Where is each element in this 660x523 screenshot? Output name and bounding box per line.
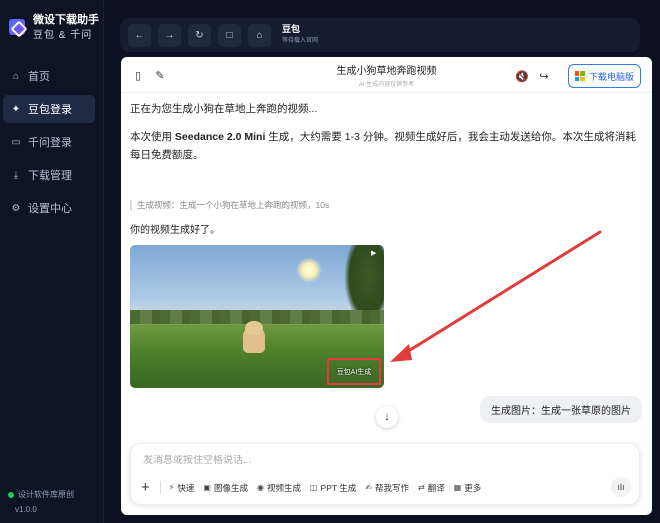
ppt-icon: ◫: [309, 483, 318, 492]
stop-button[interactable]: □: [218, 23, 241, 47]
tool-label: 更多: [464, 482, 482, 493]
sparkle-icon: ✦: [11, 103, 21, 115]
sidebar-item-label: 下载管理: [28, 170, 72, 182]
video-thumbnail[interactable]: ▶ 豆包AI生成: [130, 245, 384, 388]
monitor-icon: ▭: [11, 136, 21, 148]
sidebar-item-qianwen-login[interactable]: ▭ 千问登录: [3, 128, 95, 156]
sidebar-item-doubao-login[interactable]: ✦ 豆包登录: [3, 95, 95, 123]
arrow-down-icon: ↓: [384, 411, 390, 423]
sidebar-item-settings[interactable]: ⚙ 设置中心: [3, 194, 95, 222]
stop-icon: □: [226, 29, 233, 41]
download-icon: ⤓: [13, 169, 19, 181]
chat-header: ▯ ✎ 生成小狗草地奔跑视频 AI 生成内容仅供参考 🔇 ↪ 下载电脑版: [121, 57, 652, 93]
watermark-label: 豆包AI生成: [336, 368, 372, 376]
download-desktop-button[interactable]: 下载电脑版: [567, 64, 641, 88]
sidebar-item-label: 设置中心: [28, 203, 72, 215]
divider: [159, 481, 161, 494]
video-icon: ◉: [256, 483, 264, 492]
tool-translate[interactable]: ⇄ 翻译: [418, 482, 445, 494]
app-window: 微设下载助手 豆包 & 千问 ⌂ 首页 ✦ 豆包登录 ▭ 千问登录 ⤓ 下载管理: [0, 0, 660, 523]
tool-label: 图像生成: [213, 482, 248, 493]
download-desktop-label: 下载电脑版: [588, 71, 634, 82]
tool-label: 视频生成: [266, 482, 301, 493]
bolt-icon: ⚡: [168, 483, 175, 492]
sidebar-item-downloads[interactable]: ⤓ 下载管理: [3, 161, 95, 189]
windows-icon: [574, 71, 585, 81]
back-button[interactable]: ←: [128, 23, 151, 47]
scroll-down-button[interactable]: ↓: [376, 406, 398, 428]
model-name: Seedance 2.0 Mini: [174, 131, 266, 143]
tool-image-gen[interactable]: ▣ 图像生成: [203, 482, 248, 494]
refresh-button[interactable]: ↻: [188, 23, 211, 47]
puppy: [243, 321, 265, 353]
composer: + ⚡快速 ▣图像生成 ◉视频生成 ◫PPT 生成 ✍帮我写作 ⇄翻译 ▦更多 …: [130, 443, 640, 505]
message-input[interactable]: [143, 455, 543, 466]
watermark-highlight: 豆包AI生成: [327, 358, 381, 385]
footer-badge: 设计软件库原创: [8, 489, 74, 500]
grid-icon: ▦: [453, 483, 462, 492]
back-icon: ←: [134, 29, 145, 41]
translate-icon: ⇄: [418, 483, 425, 492]
tab-info: 豆包 等待载入官网: [282, 24, 318, 46]
brand-subtitle: 豆包 & 千问: [33, 30, 93, 41]
home-button[interactable]: ⌂: [248, 23, 271, 47]
gear-icon: ⚙: [11, 202, 21, 214]
sun: [296, 257, 322, 283]
refresh-icon: ↻: [195, 29, 204, 41]
play-icon[interactable]: ▶: [371, 249, 379, 257]
browser-toolbar: ← → ↻ □ ⌂ 豆包 等待载入官网: [120, 18, 640, 52]
footer-badge-label: 设计软件库原创: [18, 490, 74, 499]
image-icon: ▣: [203, 483, 211, 492]
sidebar-item-label: 豆包登录: [28, 104, 72, 116]
brand: 微设下载助手 豆包 & 千问: [9, 14, 99, 43]
tool-writing[interactable]: ✍ 帮我写作: [365, 482, 409, 494]
info-prefix: 本次使用: [130, 131, 175, 143]
mute-icon[interactable]: 🔇: [515, 70, 529, 83]
message-list: 正在为您生成小狗在草地上奔跑的视频... 本次使用 Seedance 2.0 M…: [130, 102, 640, 164]
home-icon: ⌂: [12, 70, 20, 82]
home-icon: ⌂: [256, 29, 263, 41]
assistant-message-info: 本次使用 Seedance 2.0 Mini 生成，大约需要 1-3 分钟。视频…: [130, 128, 640, 164]
tool-label: 快速: [177, 482, 195, 493]
plus-icon[interactable]: +: [141, 480, 150, 495]
share-icon[interactable]: ↪: [538, 70, 550, 83]
tool-label: PPT 生成: [320, 482, 357, 493]
tool-quick[interactable]: ⚡ 快速: [169, 482, 195, 494]
composer-tools: + ⚡ 快速 ▣ 图像生成 ◉ 视频生成 ◫ PPT 生成 ✍ 帮我写作 ⇄ 翻译 ▦ 更多: [141, 480, 490, 495]
sidebar-item-label: 首页: [28, 71, 50, 83]
tab-title: 豆包: [282, 24, 301, 34]
tool-label: 帮我写作: [375, 482, 410, 493]
status-dot-icon: [8, 491, 14, 498]
forward-icon: →: [164, 29, 175, 41]
app-logo: [9, 19, 25, 35]
tool-label: 翻译: [427, 482, 445, 493]
voice-input-button[interactable]: ılı: [611, 477, 631, 497]
brand-title: 微设下载助手: [33, 14, 99, 26]
forward-button[interactable]: →: [158, 23, 181, 47]
sidebar: 微设下载助手 豆包 & 千问 ⌂ 首页 ✦ 豆包登录 ▭ 千问登录 ⤓ 下载管理: [0, 0, 104, 523]
assistant-message-done: 你的视频生成好了。: [130, 225, 220, 236]
generation-quote: 生成视频：生成一个小狗在草地上奔跑的视频，10s: [130, 200, 329, 211]
write-icon: ✍: [365, 483, 372, 492]
tool-video-gen[interactable]: ◉ 视频生成: [257, 482, 301, 494]
chat-panel: ▯ ✎ 生成小狗草地奔跑视频 AI 生成内容仅供参考 🔇 ↪ 下载电脑版 正在为…: [121, 57, 652, 515]
version-label: v1.0.0: [15, 505, 37, 514]
tab-subtitle: 等待载入官网: [282, 38, 319, 44]
sidebar-item-home[interactable]: ⌂ 首页: [3, 62, 95, 90]
waveform-icon: ılı: [617, 482, 625, 492]
sidebar-nav: ⌂ 首页 ✦ 豆包登录 ▭ 千问登录 ⤓ 下载管理 ⚙ 设置中心: [3, 62, 95, 227]
sidebar-item-label: 千问登录: [28, 137, 72, 149]
tool-more[interactable]: ▦ 更多: [454, 482, 482, 494]
user-message: 生成图片：生成一张草原的图片: [480, 396, 642, 423]
assistant-message-generating: 正在为您生成小狗在草地上奔跑的视频...: [130, 103, 318, 115]
tool-ppt-gen[interactable]: ◫ PPT 生成: [310, 482, 356, 494]
